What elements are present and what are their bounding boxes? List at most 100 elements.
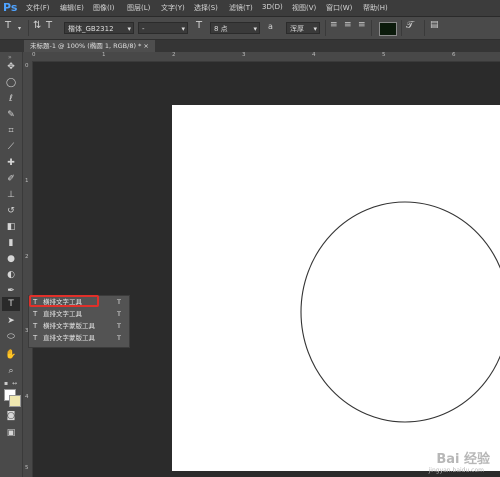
- watermark-url: jingyan.baidu.com: [428, 467, 484, 474]
- horizontal-type-mask-icon: T: [33, 322, 38, 330]
- flyout-item-shortcut: T: [117, 334, 121, 342]
- chevron-down-icon: ▾: [253, 25, 257, 33]
- menu-edit[interactable]: 编辑(E): [60, 3, 84, 13]
- brush-icon[interactable]: ✐: [2, 172, 20, 186]
- separator: [28, 20, 29, 36]
- eraser-icon[interactable]: ◧: [2, 220, 20, 234]
- align-right-icon[interactable]: ≡: [358, 20, 366, 30]
- font-style-select[interactable]: - ▾: [138, 22, 188, 34]
- menu-filter[interactable]: 滤镜(T): [229, 3, 253, 13]
- vertical-type-icon: T: [33, 310, 38, 318]
- menu-3d[interactable]: 3D(D): [262, 3, 283, 11]
- marquee-icon[interactable]: ◯: [2, 76, 20, 90]
- app-logo: Ps: [3, 1, 18, 14]
- chevron-down-icon[interactable]: ▾: [18, 25, 21, 32]
- document-tab[interactable]: 未标题-1 @ 100% (椭圆 1, RGB/8) * ×: [24, 40, 155, 52]
- chevron-down-icon: ▾: [181, 25, 185, 33]
- ruler-tick-label: 2: [172, 52, 176, 58]
- character-panel-icon[interactable]: ▤: [430, 20, 439, 30]
- font-size-select[interactable]: 8 点 ▾: [210, 22, 260, 34]
- quick-mask-icon[interactable]: ◙: [2, 409, 20, 423]
- font-family-value: 楷体_GB2312: [68, 25, 114, 33]
- orientation-toggle-icon[interactable]: ⇅: [33, 20, 41, 31]
- zoom-icon[interactable]: ⌕: [2, 364, 20, 378]
- anti-alias-icon: a: [268, 22, 273, 31]
- menu-help[interactable]: 帮助(H): [363, 3, 388, 13]
- separator: [424, 20, 425, 36]
- ruler-tick-label: 2: [25, 254, 29, 260]
- crop-icon[interactable]: ⌗: [2, 124, 20, 138]
- font-size-icon: T: [196, 20, 203, 31]
- healing-icon[interactable]: ✚: [2, 156, 20, 170]
- chevron-down-icon: ▾: [127, 25, 131, 33]
- menu-window[interactable]: 窗口(W): [326, 3, 352, 13]
- align-center-icon[interactable]: ≡: [344, 20, 352, 30]
- separator: [325, 20, 326, 36]
- flyout-item-label: 直排文字工具: [43, 310, 82, 318]
- menu-image[interactable]: 图像(I): [93, 3, 115, 13]
- flyout-item-shortcut: T: [117, 298, 121, 306]
- screen-mode-icon[interactable]: ▣: [2, 426, 20, 440]
- options-bar: T ▾ ⇅ T 楷体_GB2312 ▾ - ▾ T 8 点 ▾ a 浑厚 ▾ ≡…: [0, 17, 500, 40]
- text-orientation-icon[interactable]: T: [46, 20, 52, 31]
- eyedropper-icon[interactable]: ⟋: [2, 140, 20, 154]
- stamp-icon[interactable]: ⊥: [2, 188, 20, 202]
- ruler-tick-label: 5: [382, 52, 386, 58]
- menu-view[interactable]: 视图(V): [292, 3, 316, 13]
- watermark-logo: Bai 经验: [436, 452, 490, 467]
- lasso-icon[interactable]: ℓ: [2, 92, 20, 106]
- hand-icon[interactable]: ✋: [2, 348, 20, 362]
- text-tool-preset-icon[interactable]: T: [5, 20, 11, 31]
- text-icon[interactable]: T: [2, 297, 20, 311]
- flyout-item-horizontal-type-mask[interactable]: T 横排文字蒙版工具 T: [31, 321, 127, 332]
- flyout-item-shortcut: T: [117, 322, 121, 330]
- text-color-swatch[interactable]: [379, 22, 397, 36]
- ellipse-icon[interactable]: ⬭: [2, 330, 20, 344]
- flyout-item-label: 直排文字蒙版工具: [43, 334, 95, 342]
- menu-select[interactable]: 选择(S): [194, 3, 218, 13]
- separator: [371, 20, 372, 36]
- ruler-tick-label: 0: [32, 52, 36, 58]
- history-brush-icon[interactable]: ↺: [2, 204, 20, 218]
- pen-icon[interactable]: ✒: [2, 284, 20, 298]
- ruler-tick-label: 4: [25, 394, 29, 400]
- ruler-vertical[interactable]: 0 1 2 3 4 5: [23, 61, 33, 477]
- ruler-tick-label: 1: [25, 178, 29, 184]
- align-left-icon[interactable]: ≡: [330, 20, 338, 30]
- separator: [401, 20, 402, 36]
- flyout-item-shortcut: T: [117, 310, 121, 318]
- background-color-swatch[interactable]: [9, 395, 21, 407]
- ruler-tick-label: 3: [242, 52, 246, 58]
- menu-layer[interactable]: 图层(L): [127, 3, 150, 13]
- anti-alias-value: 浑厚: [290, 25, 304, 33]
- flyout-item-label: 横排文字蒙版工具: [43, 322, 95, 330]
- path-select-icon[interactable]: ➤: [2, 314, 20, 328]
- font-size-value: 8 点: [214, 25, 228, 33]
- gradient-icon[interactable]: ▮: [2, 236, 20, 250]
- menu-type[interactable]: 文字(Y): [161, 3, 185, 13]
- default-colors-icon[interactable]: ▪: [4, 380, 8, 387]
- ruler-horizontal[interactable]: 0 1 2 3 4 5 6: [23, 52, 500, 62]
- document-canvas[interactable]: [172, 105, 500, 471]
- anti-alias-select[interactable]: 浑厚 ▾: [286, 22, 320, 34]
- vertical-type-mask-icon: T: [33, 334, 38, 342]
- dodge-icon[interactable]: ◐: [2, 268, 20, 282]
- highlight-box: [29, 295, 99, 307]
- flyout-item-vertical-type[interactable]: T 直排文字工具 T: [31, 309, 127, 320]
- menu-bar: Ps 文件(F) 编辑(E) 图像(I) 图层(L) 文字(Y) 选择(S) 滤…: [0, 0, 500, 17]
- ruler-tick-label: 6: [452, 52, 456, 58]
- ruler-tick-label: 4: [312, 52, 316, 58]
- chevron-down-icon: ▾: [313, 25, 317, 33]
- font-style-value: -: [142, 25, 145, 33]
- warp-text-icon[interactable]: 𝒯: [406, 20, 414, 31]
- move-icon[interactable]: ✥: [2, 60, 20, 74]
- swap-colors-icon[interactable]: ↔: [12, 380, 17, 387]
- ellipse-path: [300, 201, 500, 423]
- font-family-select[interactable]: 楷体_GB2312 ▾: [64, 22, 134, 34]
- quick-select-icon[interactable]: ✎: [2, 108, 20, 122]
- flyout-item-vertical-type-mask[interactable]: T 直排文字蒙版工具 T: [31, 333, 127, 344]
- ruler-tick-label: 5: [25, 465, 29, 471]
- ruler-tick-label: 0: [25, 63, 29, 69]
- blur-icon[interactable]: ●: [2, 252, 20, 266]
- menu-file[interactable]: 文件(F): [26, 3, 50, 13]
